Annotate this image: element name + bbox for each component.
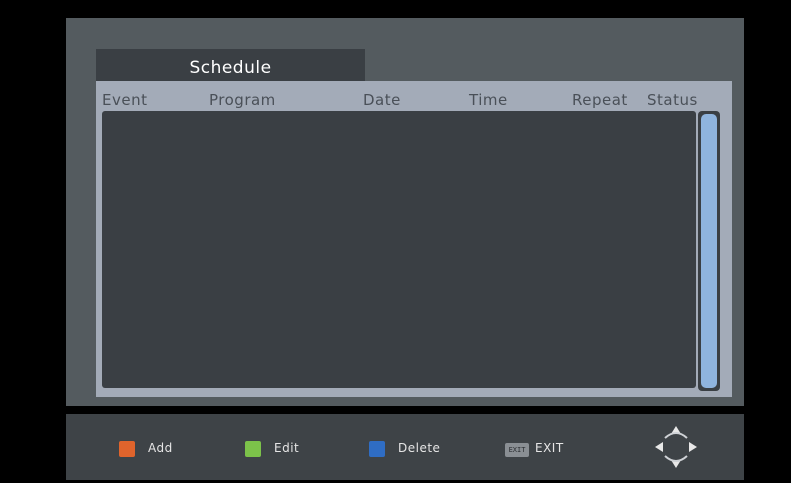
add-button[interactable]: Add: [148, 441, 173, 455]
schedule-list[interactable]: [102, 111, 696, 388]
column-header-date: Date: [363, 91, 401, 109]
column-header-event: Event: [102, 91, 148, 109]
column-header-time: Time: [469, 91, 508, 109]
column-header-status: Status: [647, 91, 698, 109]
exit-key-icon: EXIT: [505, 443, 529, 457]
add-key-icon: [119, 441, 135, 457]
column-header-repeat: Repeat: [572, 91, 628, 109]
edit-button[interactable]: Edit: [274, 441, 299, 455]
dpad-arrows-icon: [653, 424, 699, 470]
schedule-tab[interactable]: Schedule: [96, 49, 365, 81]
edit-key-icon: [245, 441, 261, 457]
delete-button[interactable]: Delete: [398, 441, 440, 455]
scrollbar-thumb[interactable]: [701, 114, 717, 388]
delete-key-icon: [369, 441, 385, 457]
column-header-program: Program: [209, 91, 276, 109]
schedule-tab-label: Schedule: [189, 58, 272, 78]
exit-button[interactable]: EXIT: [535, 441, 564, 455]
